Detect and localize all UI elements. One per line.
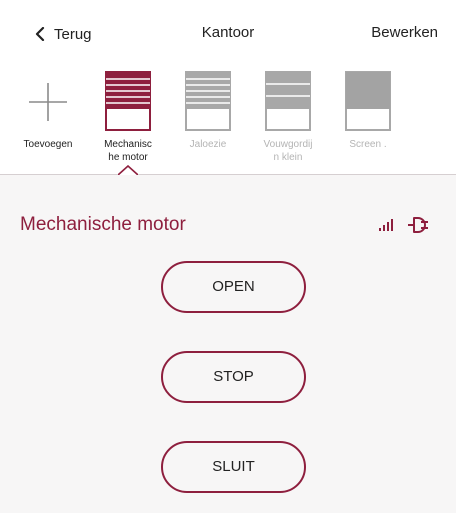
plus-icon [23, 70, 73, 132]
device-label: Jaloezie [189, 139, 227, 150]
blind-icon [263, 70, 313, 132]
screen-icon [343, 70, 393, 132]
edit-button[interactable]: Bewerken [371, 24, 438, 41]
device-control-panel: Mechanische motor OPEN STOP SLUIT [0, 175, 456, 513]
device-label: Toevoegen [23, 139, 73, 150]
stop-button[interactable]: STOP [161, 351, 306, 403]
nav-bar: Terug Kantoor Bewerken [0, 0, 456, 64]
plug-icon [408, 217, 428, 233]
device-item-vouwgordijn-klein[interactable]: Vouwgordij n klein [246, 64, 330, 176]
blind-icon [183, 70, 233, 132]
device-label: Screen . [349, 139, 387, 150]
device-title: Mechanische motor [20, 214, 186, 235]
device-item-jaloezie[interactable]: Jaloezie [166, 64, 250, 176]
device-label: Vouwgordij n klein [263, 139, 313, 163]
open-button[interactable]: OPEN [161, 261, 306, 313]
device-item-add[interactable]: Toevoegen [6, 64, 90, 176]
device-item-screen[interactable]: Screen . [326, 64, 410, 176]
close-button[interactable]: SLUIT [161, 441, 306, 493]
signal-icon [379, 219, 393, 231]
device-item-mechanische-motor[interactable]: Mechanisc he motor [86, 64, 170, 176]
blind-icon [103, 70, 153, 132]
device-label: Mechanisc he motor [104, 139, 152, 163]
device-strip: Toevoegen Mechanisc he motor Jaloezie Vo… [0, 64, 456, 176]
